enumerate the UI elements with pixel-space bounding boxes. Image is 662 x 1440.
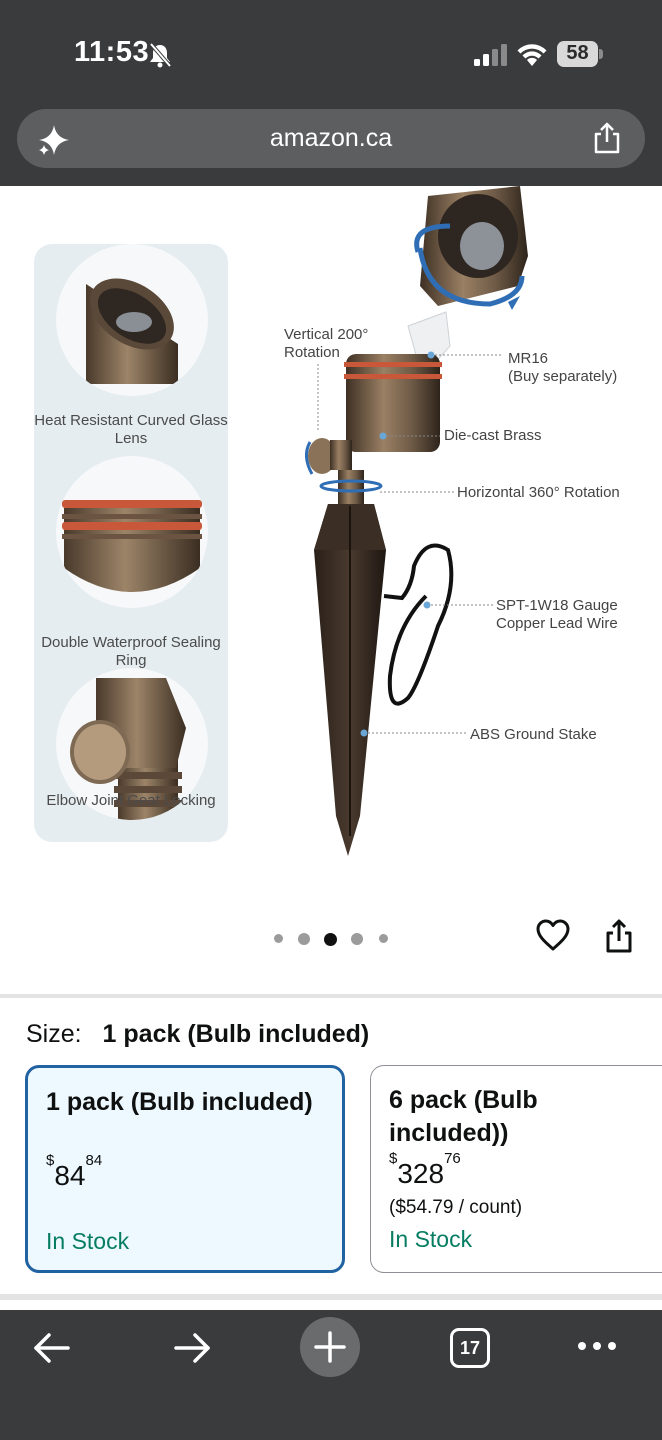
status-time: 11:53 xyxy=(74,36,150,68)
carousel-dots[interactable] xyxy=(272,930,392,946)
selected-size: 1 pack (Bulb included) xyxy=(102,1020,370,1048)
wifi-icon xyxy=(517,44,547,66)
carousel-dot[interactable] xyxy=(351,933,363,945)
stock-status: In Stock xyxy=(46,1228,130,1254)
lens-feature-image xyxy=(56,244,208,396)
stock-status: In Stock xyxy=(389,1226,473,1252)
features-panel: Heat Resistant Curved Glass Lens Double … xyxy=(34,244,228,842)
url-text[interactable]: amazon.ca xyxy=(17,124,645,153)
more-options-icon[interactable] xyxy=(577,1340,617,1352)
lead-wire-callout: SPT-1W18 Gauge Copper Lead Wire xyxy=(496,597,618,632)
product-image-carousel[interactable]: Heat Resistant Curved Glass Lens Double … xyxy=(0,186,662,996)
bell-muted-icon xyxy=(149,42,172,68)
size-label: Size: xyxy=(26,1020,82,1048)
option-title: 6 pack (Bulb included)) xyxy=(389,1086,538,1147)
carousel-dot[interactable] xyxy=(274,934,283,943)
address-bar[interactable]: amazon.ca xyxy=(17,109,645,168)
size-option-1-pack[interactable]: 1 pack (Bulb included) $8484 In Stock xyxy=(25,1065,345,1273)
carousel-dot-active[interactable] xyxy=(324,933,337,946)
spotlight-product-illustration xyxy=(305,186,528,856)
option-price: $32876 xyxy=(389,1149,461,1189)
vertical-rotation-callout: Vertical 200° Rotation xyxy=(284,326,369,361)
tabs-button[interactable]: 17 xyxy=(450,1328,490,1368)
cellular-signal-icon xyxy=(474,44,507,66)
carousel-dot[interactable] xyxy=(379,934,388,943)
size-heading: Size: 1 pack (Bulb included) xyxy=(26,1020,369,1049)
sealing-ring-feature-label: Double Waterproof Sealing Ring xyxy=(41,634,221,669)
share-icon[interactable] xyxy=(591,121,623,155)
die-cast-brass-callout: Die-cast Brass xyxy=(444,427,542,444)
size-option-6-pack[interactable]: 6 pack (Bulb included)) $32876 ($54.79 /… xyxy=(370,1065,662,1273)
ground-stake-callout: ABS Ground Stake xyxy=(470,726,597,743)
option-title: 1 pack (Bulb included) xyxy=(46,1088,313,1116)
elbow-joint-feature-label: Elbow Joint Geat Locking xyxy=(46,792,216,809)
sealing-ring-feature-image xyxy=(56,456,208,608)
option-price: $8484 xyxy=(46,1151,103,1191)
section-divider xyxy=(0,1294,662,1300)
new-tab-button[interactable] xyxy=(300,1317,360,1377)
mr16-callout: MR16 (Buy separately) xyxy=(508,350,618,385)
horizontal-rotation-callout: Horizontal 360° Rotation xyxy=(457,484,620,501)
share-icon[interactable] xyxy=(604,918,634,954)
browser-toolbar: 17 xyxy=(0,1310,662,1440)
carousel-dot[interactable] xyxy=(298,933,310,945)
forward-arrow-icon[interactable] xyxy=(172,1330,212,1366)
browser-top-chrome: 11:53 58 amazon.ca xyxy=(0,0,662,186)
plus-icon xyxy=(314,1331,346,1363)
status-bar: 11:53 58 xyxy=(0,0,662,100)
lens-feature-label: Heat Resistant Curved Glass Lens xyxy=(34,412,228,447)
unit-price: ($54.79 / count) xyxy=(389,1197,523,1218)
back-arrow-icon[interactable] xyxy=(32,1330,72,1366)
heart-icon[interactable] xyxy=(535,918,571,952)
tab-count: 17 xyxy=(459,1338,481,1358)
battery-indicator: 58 xyxy=(557,41,603,67)
section-divider xyxy=(0,994,662,998)
battery-level: 58 xyxy=(566,42,589,64)
